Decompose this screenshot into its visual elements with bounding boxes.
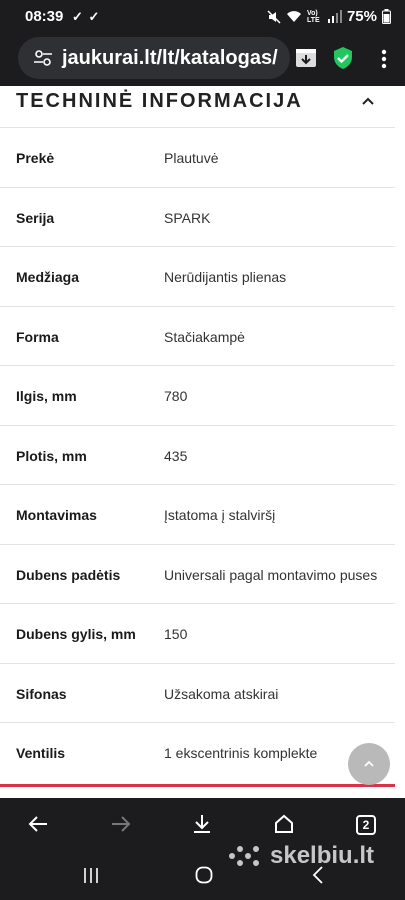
notification-check-icons: ✓ ✓ [72, 9, 101, 24]
watermark-text: skelbiu.lt [270, 842, 375, 869]
status-bar: 08:39 ✓ ✓ Vo) LTE 75% [0, 0, 405, 34]
table-row: Serija SPARK [0, 188, 395, 247]
spec-label: Medžiaga [16, 269, 80, 285]
forward-arrow-icon [112, 816, 131, 832]
watermark: skelbiu.lt [228, 842, 374, 870]
site-settings-icon[interactable] [32, 47, 54, 69]
scroll-to-top-button[interactable] [348, 743, 390, 785]
spec-label: Serija [16, 209, 55, 226]
battery-percent: 75% [346, 8, 377, 25]
accent-divider [0, 784, 395, 787]
address-bar[interactable]: jaukurai.lt/lt/katalogas/ [18, 37, 290, 79]
url-text[interactable]: jaukurai.lt/lt/katalogas/ [62, 47, 278, 70]
spec-label: Dubens padėtis [16, 566, 121, 583]
home-circle-icon[interactable] [195, 866, 213, 884]
table-row: Sifonas Užsakoma atskirai [0, 664, 395, 723]
downloads-button[interactable] [190, 812, 214, 836]
spec-value: Stačiakampė [164, 328, 245, 345]
recents-icon[interactable] [83, 868, 99, 883]
spec-label: Prekė [16, 150, 55, 166]
table-row: Ilgis, mm 780 [0, 366, 395, 426]
spec-value: 435 [164, 447, 188, 464]
home-button[interactable] [272, 812, 296, 836]
status-time: 08:39 [25, 8, 64, 25]
chevron-up-icon[interactable] [361, 96, 375, 106]
address-bar-actions [294, 46, 354, 70]
spec-value: Universali pagal montavimo puses [164, 566, 378, 583]
section-title: TECHNINĖ INFORMACIJA [16, 90, 303, 112]
spec-value: Plautuvė [164, 150, 219, 166]
spec-value: 1 ekscentrinis komplekte [164, 745, 318, 761]
table-row: Dubens gylis, mm 150 [0, 604, 395, 664]
spec-label: Sifonas [16, 685, 67, 702]
spec-label: Ventilis [16, 745, 66, 761]
back-button[interactable] [26, 812, 50, 836]
spec-label: Forma [16, 328, 59, 345]
mute-icon [267, 9, 281, 24]
spec-label: Ilgis, mm [16, 388, 77, 404]
spec-value: 780 [164, 388, 188, 404]
battery-icon [382, 9, 391, 24]
table-row: Ventilis 1 ekscentrinis komplekte [0, 723, 395, 783]
menu-dots-icon[interactable] [381, 49, 387, 69]
spec-value: Užsakoma atskirai [164, 685, 279, 702]
web-page-content: TECHNINĖ INFORMACIJA Prekė Plautuvė Serij… [0, 86, 405, 798]
back-arrow-icon [28, 816, 47, 832]
spec-value: Įstatoma į stalviršį [164, 507, 276, 523]
section-header[interactable]: TECHNINĖ INFORMACIJA [0, 86, 405, 126]
table-row: Medžiaga Nerūdijantis plienas [0, 247, 395, 307]
status-icons: Vo) LTE 75% [267, 8, 391, 25]
skelbiu-logo-icon [229, 846, 259, 866]
network-label: Vo) LTE [306, 9, 320, 24]
spec-label: Dubens gylis, mm [16, 626, 136, 642]
tabs-button[interactable]: 2 [356, 815, 376, 835]
home-icon [275, 814, 293, 833]
spec-value: SPARK [164, 209, 211, 226]
spec-label: Montavimas [16, 507, 97, 523]
shield-check-icon[interactable] [332, 46, 354, 70]
table-row: Prekė Plautuvė [0, 128, 395, 188]
spec-value: Nerūdijantis plienas [164, 269, 287, 285]
chevron-up-icon [364, 760, 374, 767]
spec-label: Plotis, mm [16, 447, 87, 464]
forward-button[interactable] [109, 812, 133, 836]
download-icon [194, 815, 210, 833]
table-row: Forma Stačiakampė [0, 307, 395, 366]
signal-icon [327, 10, 342, 23]
spec-table: Prekė Plautuvė Serija SPARK Medžiaga Nerūdi… [0, 128, 395, 783]
browser-url-bar: jaukurai.lt/lt/katalogas/ [0, 34, 405, 86]
spec-value: 150 [164, 626, 188, 642]
table-row: Plotis, mm 435 [0, 426, 395, 485]
table-row: Dubens padėtis Universali pagal montavimo… [0, 545, 395, 604]
table-row: Montavimas Įstatoma į stalviršį [0, 485, 395, 545]
download-page-icon[interactable] [294, 46, 318, 70]
wifi-icon [286, 11, 301, 22]
